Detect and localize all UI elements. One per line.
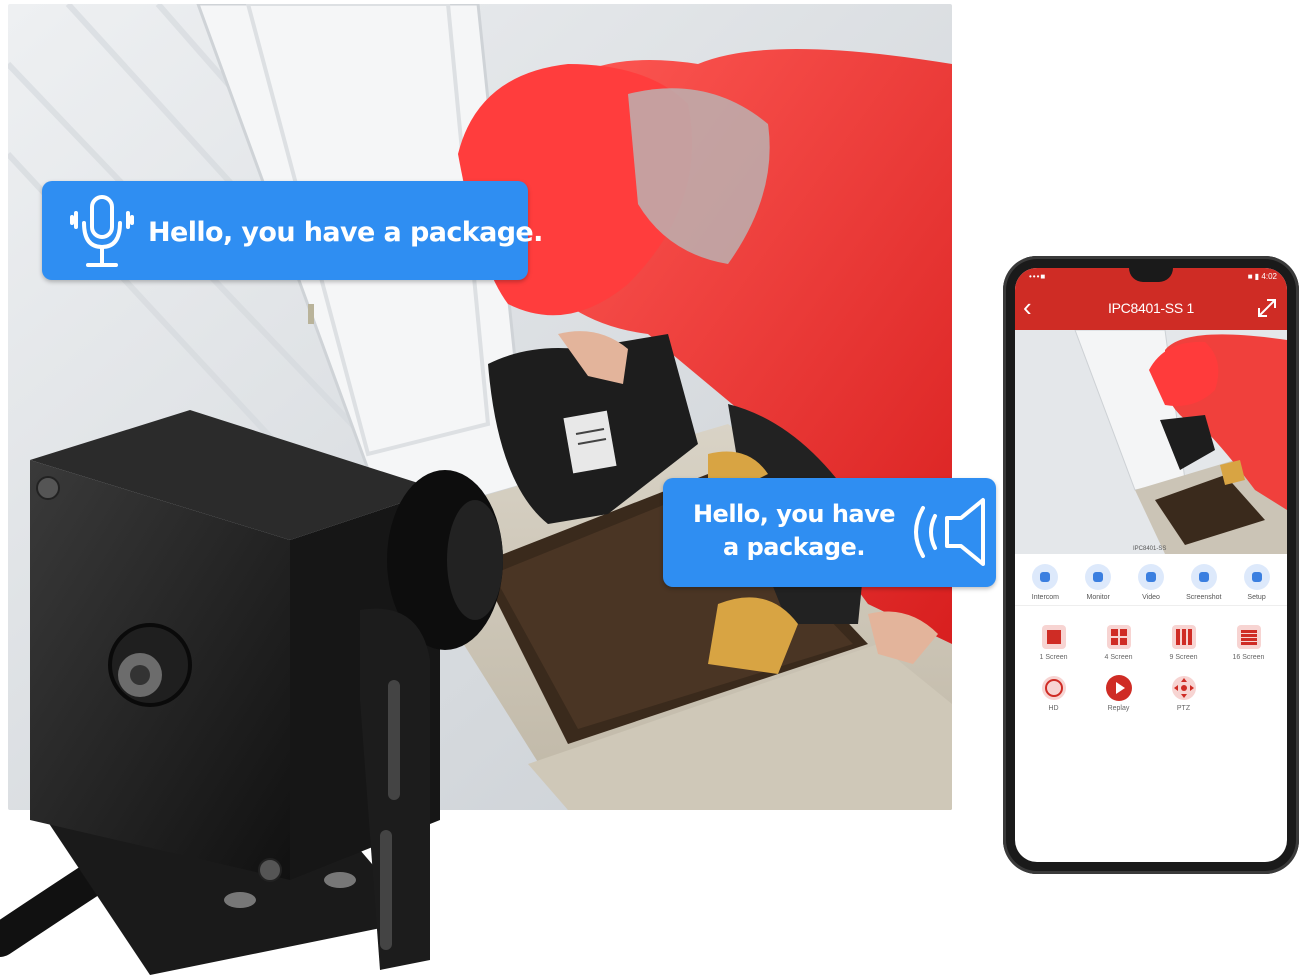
monitor-button[interactable]: Monitor — [1072, 564, 1124, 601]
one-screen-icon — [1039, 622, 1069, 652]
mic-speech-bubble: Hello, you have a package. — [42, 181, 543, 280]
camera-notch — [1129, 268, 1173, 282]
expand-icon[interactable] — [1255, 296, 1279, 320]
nine-screen-button[interactable]: 9 Screen — [1151, 622, 1216, 661]
screenshot-label: Screenshot — [1186, 594, 1222, 601]
screenshot-button[interactable]: Screenshot — [1178, 564, 1230, 601]
mini-camera-product — [0, 410, 503, 975]
intercom-label: Intercom — [1031, 594, 1059, 601]
video-label: Video — [1142, 594, 1160, 601]
status-bar: •••■ ■ ▮ 4:02 — [1015, 268, 1287, 286]
setup-button[interactable]: Setup — [1231, 564, 1283, 601]
view-options-grid: 1 Screen 4 Screen 9 Screen 16 Screen HD … — [1015, 606, 1287, 724]
four-screen-label: 4 Screen — [1104, 654, 1133, 661]
speaker-speech-bubble: Hello, you have a package. — [663, 478, 996, 587]
one-screen-label: 1 Screen — [1039, 654, 1068, 661]
app-header: ‹ IPC8401-SS 1 — [1015, 286, 1287, 330]
speaker-bubble-text: Hello, you have a package. — [677, 498, 911, 564]
hd-label: HD — [1048, 705, 1059, 712]
microphone-icon — [1032, 564, 1059, 590]
ptz-label: PTZ — [1176, 705, 1191, 712]
one-screen-button[interactable]: 1 Screen — [1021, 622, 1086, 661]
nine-screen-label: 9 Screen — [1169, 654, 1198, 661]
microphone-icon — [70, 195, 134, 267]
sixteen-screen-label: 16 Screen — [1232, 654, 1265, 661]
feed-watermark: IPC8401-SS — [1133, 546, 1167, 552]
hd-button[interactable]: HD — [1021, 673, 1086, 712]
smartphone: •••■ ■ ▮ 4:02 ‹ IPC8401-SS 1 IPC8401-SS — [1003, 256, 1299, 874]
replay-label: Replay — [1107, 705, 1130, 712]
sixteen-screen-button[interactable]: 16 Screen — [1216, 622, 1281, 661]
ptz-button[interactable]: PTZ — [1151, 673, 1216, 712]
status-right: ■ ▮ 4:02 — [1247, 272, 1277, 281]
ptz-icon — [1169, 673, 1199, 703]
hd-icon — [1039, 673, 1069, 703]
nine-screen-icon — [1169, 622, 1199, 652]
speaker-bubble-line-2: a package. — [723, 533, 865, 561]
monitor-label: Monitor — [1086, 594, 1110, 601]
video-button[interactable]: Video — [1125, 564, 1177, 601]
mic-bubble-text: Hello, you have a package. — [148, 217, 543, 248]
video-icon — [1137, 564, 1164, 590]
gear-icon — [1243, 564, 1270, 590]
speaker-icon — [1085, 564, 1112, 590]
four-screen-icon — [1104, 622, 1134, 652]
control-toolbar: Intercom Monitor Video Screenshot Setup — [1015, 554, 1287, 606]
four-screen-button[interactable]: 4 Screen — [1086, 622, 1151, 661]
scissors-icon — [1190, 564, 1217, 590]
replay-button[interactable]: Replay — [1086, 673, 1151, 712]
setup-label: Setup — [1247, 594, 1266, 601]
play-icon — [1104, 673, 1134, 703]
speaker-bubble-line-1: Hello, you have — [692, 500, 896, 528]
camera-title: IPC8401-SS 1 — [1108, 300, 1194, 316]
phone-screen: •••■ ■ ▮ 4:02 ‹ IPC8401-SS 1 IPC8401-SS — [1015, 268, 1287, 862]
intercom-button[interactable]: Intercom — [1019, 564, 1071, 601]
speaker-icon — [914, 498, 985, 566]
live-video-feed[interactable]: IPC8401-SS — [1015, 330, 1287, 554]
sixteen-screen-icon — [1234, 622, 1264, 652]
status-left: •••■ — [1029, 272, 1047, 281]
